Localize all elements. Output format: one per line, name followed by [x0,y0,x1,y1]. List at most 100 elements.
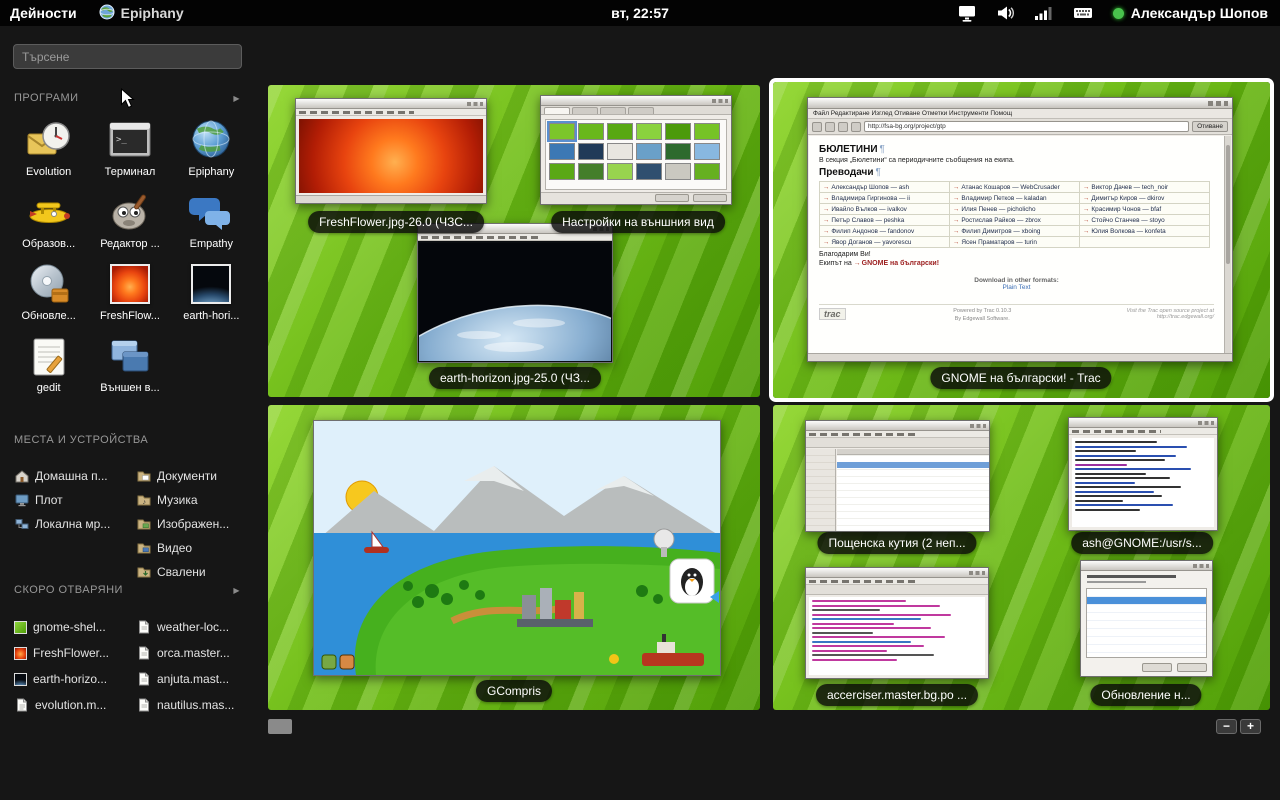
place-pictures[interactable]: Изображен... [136,512,254,536]
translator-link[interactable]: Ростислав Райков — zbrox [950,215,1080,226]
translator-link[interactable]: Явор Доганов — yavorescu [820,237,950,248]
window-label-editor: accerciser.master.bg.po ... [816,684,978,706]
remove-workspace-button[interactable]: − [1216,719,1237,734]
workspace-4[interactable]: Пощенска кутия (2 неп... ash@GNOME:/usr/… [773,405,1270,710]
recent-item[interactable]: nautilus.mas... [136,692,254,718]
window-toolbar [806,438,989,448]
app-launcher-appearance[interactable]: Външен в... [89,328,170,398]
earth-photo-icon [185,260,237,308]
translator-link[interactable]: Стойчо Станчев — stoyo [1080,215,1210,226]
app-launcher-epiphany[interactable]: Epiphany [171,112,252,182]
workspace-3[interactable]: GCompris [268,405,760,710]
translator-link[interactable]: Филип Димитров — xboing [950,226,1080,237]
recent-item[interactable]: anjuta.mast... [136,666,254,692]
wallpaper-thumbnails [545,119,727,190]
programs-title: ПРОГРАМИ [14,92,79,104]
place-label: Изображен... [157,517,229,531]
workspace-1[interactable]: FreshFlower.jpg-26.0 (ЧЗС... Настройки н… [268,85,760,397]
window-freshflower-viewer[interactable] [295,98,487,204]
window-earth-viewer[interactable] [417,223,613,363]
recent-item[interactable]: evolution.m... [14,692,132,718]
translator-link[interactable]: Ясен Праматаров — turin [950,237,1080,248]
window-toolbar [806,585,988,595]
window-software-updater[interactable] [1080,560,1213,677]
keyboard-icon[interactable] [1073,6,1093,20]
translator-link[interactable]: Димитър Киров — dkirov [1080,193,1210,204]
app-launcher-gcompris[interactable]: Образов... [8,184,89,254]
workspace-indicator[interactable] [268,719,292,734]
activities-button[interactable]: Дейности [10,5,77,21]
team-link[interactable]: GNOME на български! [854,260,939,267]
translator-link[interactable]: Илия Пенев — picholicho [950,204,1080,215]
recent-item[interactable]: earth-horizo... [14,666,132,692]
display-icon[interactable] [958,5,976,22]
translator-link[interactable]: Атанас Кошаров — WebCrusader [950,182,1080,193]
volume-icon[interactable] [996,5,1014,21]
window-titlebar [541,96,731,106]
place-videos[interactable]: Видео [136,536,254,560]
add-workspace-button[interactable]: + [1240,719,1261,734]
translator-link[interactable]: Филип Андонов — fandonov [820,226,950,237]
place-label: Домашна п... [35,469,108,483]
visit-note: Visit the Trac open source project at ht… [1119,308,1214,320]
window-titlebar [808,98,1232,109]
page-footer: trac Powered by Trac 0.10.3By Edgewall S… [819,304,1214,323]
app-launcher-evolution[interactable]: Evolution [8,112,89,182]
window-gcompris[interactable] [313,420,721,676]
app-launcher-gimp[interactable]: Редактор ... [89,184,170,254]
translator-link[interactable]: Петър Славов — peshka [820,215,950,226]
reload-button[interactable] [838,122,848,132]
window-menubar [806,431,989,438]
translator-link[interactable]: Виктор Дачев — tech_noir [1080,182,1210,193]
gimp-icon [104,188,156,236]
place-downloads[interactable]: Свалени [136,560,254,584]
gcompris-plane-icon [23,188,75,236]
network-signal-icon[interactable] [1034,6,1053,21]
place-home[interactable]: Домашна п... [14,464,132,488]
updater-button[interactable] [1142,663,1172,672]
app-launcher-updates[interactable]: Обновле... [8,256,89,326]
app-launcher-empathy[interactable]: Empathy [171,184,252,254]
window-appearance-settings[interactable] [540,95,732,205]
translator-link[interactable]: Красимир Чонов — bfaf [1080,204,1210,215]
window-epiphany-browser[interactable]: Файл Редактиране Изглед Отиване Отметки … [807,97,1233,362]
place-desktop[interactable]: Плот [14,488,132,512]
place-music[interactable]: ♪ Музика [136,488,254,512]
recent-item[interactable]: gnome-shel... [14,614,132,640]
recent-item[interactable]: FreshFlower... [14,640,132,666]
recent-item[interactable]: orca.master... [136,640,254,666]
recent-item[interactable]: weather-loc... [136,614,254,640]
user-menu[interactable]: Александър Шопов [1113,5,1268,21]
recent-expand-arrow[interactable]: ▶ [233,586,240,595]
app-launcher-terminal[interactable]: >_ Терминал [89,112,170,182]
place-local-network[interactable]: Локална мр... [14,512,132,536]
home-button[interactable] [851,122,861,132]
updater-button[interactable] [1177,663,1207,672]
translator-link[interactable]: Владимира Гиргинова — ii [820,193,950,204]
window-evolution-mail[interactable] [805,420,990,532]
focused-app-menu[interactable]: Epiphany [99,4,184,23]
translator-link[interactable]: Юлия Волкова — konfeta [1080,226,1210,237]
go-button[interactable]: Отиване [1192,121,1228,132]
app-launcher-freshflower[interactable]: FreshFlow... [89,256,170,326]
team-line: Екипът на GNOME на български! [819,260,1214,267]
gcompris-game-scene [314,421,720,675]
download-section: Download in other formats: Plain Text [819,277,1214,291]
forward-button[interactable] [825,122,835,132]
window-terminal[interactable] [1068,417,1218,531]
text-file-icon [136,698,151,713]
place-documents[interactable]: Документи [136,464,254,488]
translator-link[interactable]: Владимир Петков — kaladan [950,193,1080,204]
back-button[interactable] [812,122,822,132]
translator-link[interactable]: Александър Шопов — ash [820,182,950,193]
programs-expand-arrow[interactable]: ▶ [233,94,240,103]
translator-link[interactable]: Ивайло Вълков — ivalkov [820,204,950,215]
address-bar[interactable]: http://fsa-bg.org/project/gtp [864,121,1189,132]
app-launcher-gedit[interactable]: gedit [8,328,89,398]
search-input[interactable] [13,44,242,69]
plain-text-link[interactable]: Plain Text [819,284,1214,291]
window-gedit-po-editor[interactable] [805,567,989,679]
page-scrollbar[interactable] [1224,136,1231,353]
workspace-2-active[interactable]: Файл Редактиране Изглед Отиване Отметки … [773,82,1270,398]
app-launcher-earth-horizon[interactable]: earth-hori... [171,256,252,326]
